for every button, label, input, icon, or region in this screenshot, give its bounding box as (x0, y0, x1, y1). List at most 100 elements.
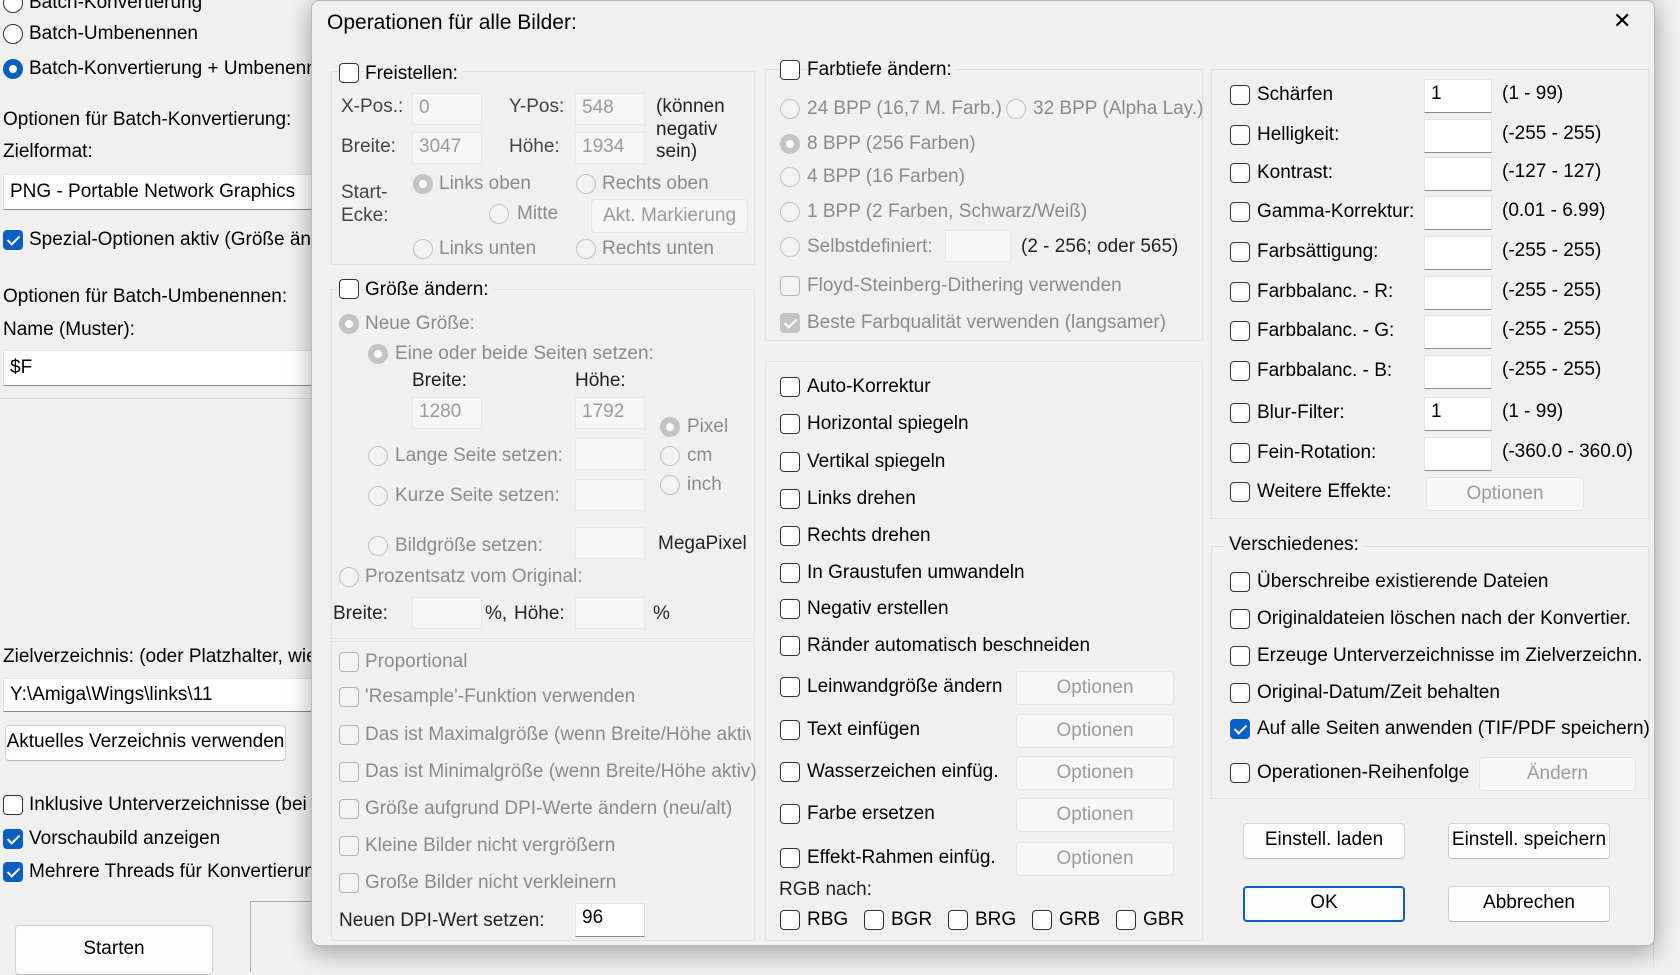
contrast-input[interactable] (1424, 157, 1492, 191)
dpi-input[interactable]: 96 (575, 903, 645, 937)
rgb-brg-checkbox[interactable] (948, 910, 968, 930)
cancel-button[interactable]: Abbrechen (1448, 886, 1610, 922)
sharpen-checkbox[interactable] (1230, 85, 1250, 105)
show-preview-checkbox[interactable] (3, 829, 23, 849)
balance-r-input[interactable] (1424, 276, 1492, 310)
watermark-checkbox[interactable] (780, 762, 800, 782)
crop-width-input[interactable]: 3047 (412, 132, 482, 164)
gamma-checkbox[interactable] (1230, 202, 1250, 222)
resize-checkbox[interactable] (339, 279, 359, 299)
fine-rotation-checkbox[interactable] (1230, 443, 1250, 463)
best-quality-checkbox[interactable] (780, 313, 800, 333)
name-pattern-input[interactable]: $F (3, 350, 323, 386)
include-subdirs-checkbox[interactable] (3, 795, 23, 815)
save-settings-button[interactable]: Einstell. speichern (1448, 823, 1610, 859)
unit-pixel-radio[interactable] (660, 417, 680, 437)
blur-input[interactable]: 1 (1424, 397, 1492, 431)
rotate-left-checkbox[interactable] (780, 489, 800, 509)
resize-width-input[interactable]: 1280 (412, 397, 482, 429)
corner-bottom-right-radio[interactable] (576, 239, 596, 259)
op-order-change-button[interactable]: Ändern (1479, 757, 1636, 791)
short-side-radio[interactable] (368, 486, 388, 506)
balance-r-checkbox[interactable] (1230, 282, 1250, 302)
delete-originals-checkbox[interactable] (1230, 609, 1250, 629)
current-marking-button[interactable]: Akt. Markierung (591, 199, 748, 233)
effect-frame-checkbox[interactable] (780, 848, 800, 868)
bpp32-radio[interactable] (1006, 99, 1026, 119)
flip-v-checkbox[interactable] (780, 452, 800, 472)
brightness-input[interactable] (1424, 119, 1492, 153)
image-size-input[interactable] (575, 527, 645, 559)
rgb-grb-checkbox[interactable] (1032, 910, 1052, 930)
rgb-gbr-checkbox[interactable] (1116, 910, 1136, 930)
rgb-bgr-checkbox[interactable] (864, 910, 884, 930)
contrast-checkbox[interactable] (1230, 163, 1250, 183)
all-pages-checkbox[interactable] (1230, 719, 1250, 739)
insert-text-options-button[interactable]: Optionen (1016, 714, 1174, 748)
more-effects-checkbox[interactable] (1230, 482, 1250, 502)
brightness-checkbox[interactable] (1230, 125, 1250, 145)
negative-checkbox[interactable] (780, 599, 800, 619)
canvas-checkbox[interactable] (780, 677, 800, 697)
load-settings-button[interactable]: Einstell. laden (1243, 823, 1405, 859)
rgb-rbg-checkbox[interactable] (780, 910, 800, 930)
saturation-checkbox[interactable] (1230, 242, 1250, 262)
flip-h-checkbox[interactable] (780, 414, 800, 434)
sharpen-input[interactable]: 1 (1424, 79, 1492, 113)
multi-threads-checkbox[interactable] (3, 862, 23, 882)
effect-frame-options-button[interactable]: Optionen (1016, 842, 1174, 876)
short-side-input[interactable] (575, 479, 645, 511)
target-dir-input[interactable]: Y:\Amiga\Wings\links\11 (3, 678, 323, 712)
blur-checkbox[interactable] (1230, 403, 1250, 423)
close-icon[interactable]: ✕ (1613, 10, 1631, 32)
color-depth-checkbox[interactable] (780, 60, 800, 80)
use-current-dir-button[interactable]: Aktuelles Verzeichnis verwenden (5, 725, 286, 761)
crop-height-input[interactable]: 1934 (575, 132, 645, 164)
fine-rotation-input[interactable] (1424, 437, 1492, 471)
gamma-input[interactable] (1424, 196, 1492, 230)
grayscale-checkbox[interactable] (780, 563, 800, 583)
corner-top-right-radio[interactable] (576, 174, 596, 194)
radio-batch-both[interactable] (3, 59, 23, 79)
image-size-radio[interactable] (368, 536, 388, 556)
op-order-checkbox[interactable] (1230, 763, 1250, 783)
long-side-radio[interactable] (368, 446, 388, 466)
percent-radio[interactable] (339, 567, 359, 587)
set-sides-radio[interactable] (368, 344, 388, 364)
resample-checkbox[interactable] (339, 687, 359, 707)
proportional-checkbox[interactable] (339, 652, 359, 672)
balance-g-input[interactable] (1424, 315, 1492, 349)
special-options-checkbox[interactable] (3, 230, 23, 250)
balance-g-checkbox[interactable] (1230, 321, 1250, 341)
watermark-options-button[interactable]: Optionen (1016, 756, 1174, 790)
crop-ypos-input[interactable]: 548 (575, 93, 645, 125)
canvas-options-button[interactable]: Optionen (1016, 671, 1174, 705)
custom-depth-radio[interactable] (780, 237, 800, 257)
max-size-checkbox[interactable] (339, 725, 359, 745)
overwrite-checkbox[interactable] (1230, 572, 1250, 592)
corner-top-left-radio[interactable] (413, 174, 433, 194)
pct-height-input[interactable] (575, 597, 645, 629)
auto-crop-checkbox[interactable] (780, 636, 800, 656)
radio-batch-rename[interactable] (3, 24, 23, 44)
bpp4-radio[interactable] (780, 167, 800, 187)
dpi-resize-checkbox[interactable] (339, 799, 359, 819)
custom-depth-input[interactable] (945, 230, 1011, 262)
target-format-select[interactable]: PNG - Portable Network Graphics (3, 174, 323, 210)
balance-b-checkbox[interactable] (1230, 361, 1250, 381)
new-size-radio[interactable] (339, 314, 359, 334)
more-effects-options-button[interactable]: Optionen (1426, 477, 1584, 511)
pct-width-input[interactable] (412, 597, 482, 629)
min-size-checkbox[interactable] (339, 762, 359, 782)
saturation-input[interactable] (1424, 236, 1492, 270)
no-shrink-checkbox[interactable] (339, 873, 359, 893)
create-subdirs-checkbox[interactable] (1230, 646, 1250, 666)
start-button[interactable]: Starten (15, 925, 213, 975)
ok-button[interactable]: OK (1243, 886, 1405, 922)
rotate-right-checkbox[interactable] (780, 526, 800, 546)
corner-bottom-left-radio[interactable] (413, 239, 433, 259)
no-enlarge-checkbox[interactable] (339, 836, 359, 856)
dithering-checkbox[interactable] (780, 276, 800, 296)
corner-center-radio[interactable] (489, 204, 509, 224)
auto-correct-checkbox[interactable] (780, 377, 800, 397)
